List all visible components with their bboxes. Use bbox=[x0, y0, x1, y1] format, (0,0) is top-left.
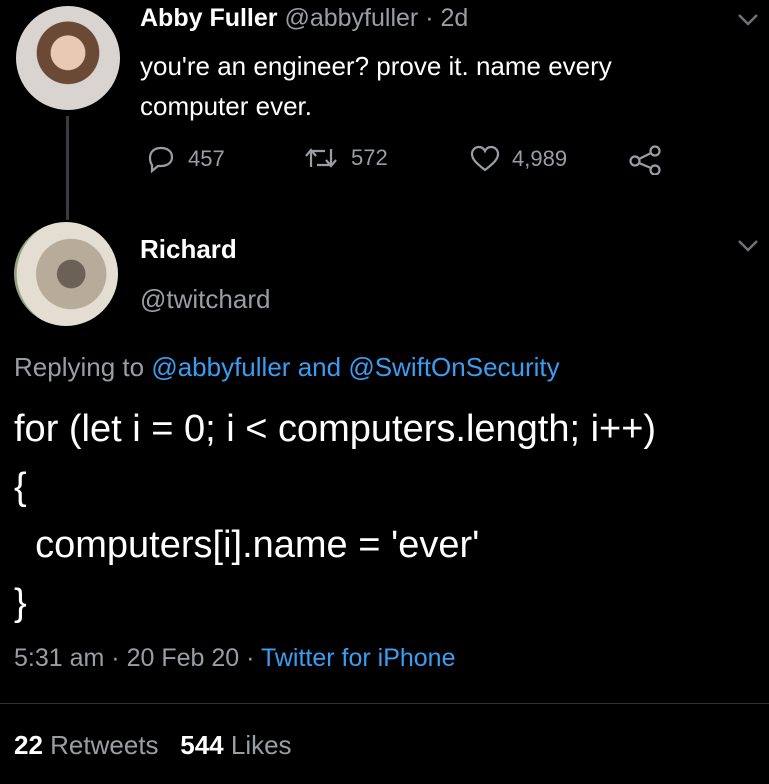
replying-to: Replying to @abbyfuller and @SwiftOnSecu… bbox=[14, 352, 560, 383]
share-action[interactable] bbox=[628, 145, 662, 175]
code-line: for (let i = 0; i < computers.length; i+… bbox=[14, 408, 657, 450]
tweet-meta: 5:31 am · 20 Feb 20 · Twitter for iPhone bbox=[14, 644, 455, 673]
like-icon bbox=[470, 145, 500, 172]
like-count: 4,989 bbox=[512, 146, 568, 171]
retweet-action[interactable]: 572 bbox=[303, 145, 388, 171]
mention-swiftonsecurity[interactable]: @SwiftOnSecurity bbox=[348, 352, 559, 382]
reply-author-handle[interactable]: @twitchard bbox=[140, 284, 270, 315]
retweets-stat[interactable]: 22 Retweets bbox=[14, 730, 166, 760]
mention-abbyfuller[interactable]: @abbyfuller bbox=[151, 352, 290, 382]
retweets-label: Retweets bbox=[50, 730, 159, 760]
code-line: { bbox=[14, 466, 27, 508]
parent-tweet-header: Abby Fuller @abbyfuller · 2d bbox=[140, 4, 468, 33]
tweet-time: 5:31 am bbox=[14, 644, 105, 672]
divider bbox=[0, 703, 769, 704]
avatar-richard[interactable] bbox=[14, 222, 118, 326]
retweet-icon bbox=[305, 148, 337, 168]
likes-count: 544 bbox=[180, 730, 224, 760]
avatar-abby-fuller[interactable] bbox=[16, 6, 120, 110]
header-separator: · bbox=[425, 4, 434, 32]
likes-stat[interactable]: 544 Likes bbox=[180, 730, 291, 760]
chevron-down-icon[interactable] bbox=[736, 238, 760, 254]
chevron-down-icon[interactable] bbox=[736, 12, 760, 28]
reply-action[interactable]: 457 bbox=[146, 145, 225, 173]
replying-prefix: Replying to bbox=[14, 352, 145, 382]
code-line: computers[i].name = 'ever' bbox=[14, 524, 480, 566]
code-line: } bbox=[14, 582, 27, 624]
parent-author-handle[interactable]: @abbyfuller bbox=[284, 4, 418, 32]
parent-tweet-time[interactable]: 2d bbox=[440, 4, 468, 32]
retweet-count: 572 bbox=[351, 145, 388, 170]
tweet-stats: 22 Retweets 544 Likes bbox=[14, 730, 292, 761]
tweet-source-link[interactable]: Twitter for iPhone bbox=[261, 644, 456, 672]
like-action[interactable]: 4,989 bbox=[470, 145, 567, 173]
reply-tweet-text: for (let i = 0; i < computers.length; i+… bbox=[14, 400, 656, 632]
replying-and: and bbox=[297, 352, 342, 382]
share-icon bbox=[629, 145, 661, 175]
thread-line bbox=[66, 116, 69, 220]
retweets-count: 22 bbox=[14, 730, 43, 760]
parent-tweet-text: you're an engineer? prove it. name every… bbox=[140, 51, 612, 121]
parent-author-name[interactable]: Abby Fuller bbox=[140, 4, 278, 32]
likes-label: Likes bbox=[230, 730, 292, 760]
reply-icon bbox=[148, 146, 174, 173]
meta-separator: · bbox=[246, 644, 255, 672]
reply-count: 457 bbox=[188, 146, 225, 171]
tweet-date: 20 Feb 20 bbox=[126, 644, 240, 672]
reply-author-name[interactable]: Richard bbox=[140, 234, 237, 265]
meta-separator: · bbox=[111, 644, 120, 672]
